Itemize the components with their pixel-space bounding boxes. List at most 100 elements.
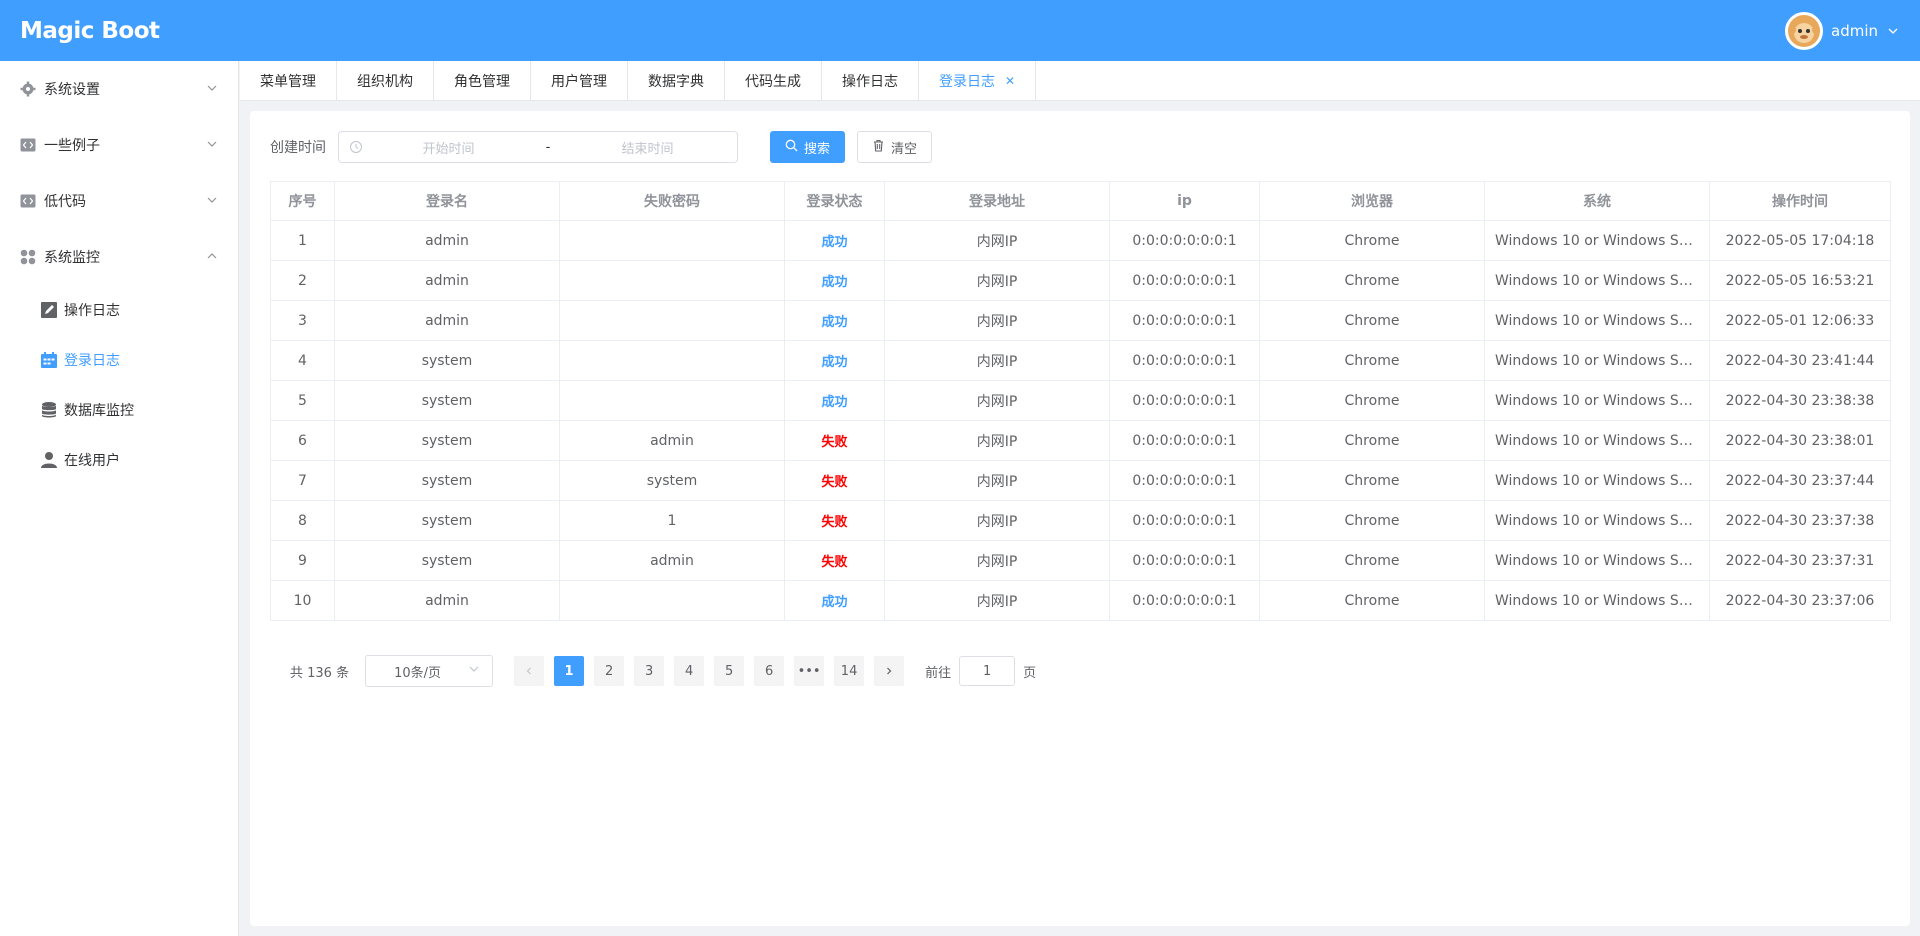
table-row[interactable]: 6 system admin 失败 内网IP 0:0:0:0:0:0:0:1 Chrome W… bbox=[270, 420, 1891, 461]
pagination: 共 136 条 10条/页 123456 ••• 14 前往 页 bbox=[290, 655, 1036, 687]
status-badge: 成功 bbox=[821, 275, 848, 290]
clear-button-label: 清空 bbox=[891, 141, 918, 157]
date-range-picker[interactable]: 开始时间 - 结束时间 bbox=[338, 131, 738, 163]
tab-login-log[interactable]: 登录日志 ✕ bbox=[919, 61, 1037, 101]
page-size-value: 10条/页 bbox=[394, 665, 442, 681]
table-cell: 2022-04-30 23:37:44 bbox=[1709, 460, 1891, 501]
sidebar-item-login-log[interactable]: 登录日志 bbox=[0, 335, 238, 385]
tab-organization[interactable]: 组织机构 bbox=[337, 61, 434, 101]
table-row[interactable]: 5 system 成功 内网IP 0:0:0:0:0:0:0:1 Chrome Window… bbox=[270, 380, 1891, 421]
sidebar-menu-lowcode[interactable]: 低代码 bbox=[0, 173, 238, 229]
end-date-input[interactable]: 结束时间 bbox=[568, 138, 727, 157]
table-cell: Chrome bbox=[1259, 580, 1485, 621]
table-row[interactable]: 1 admin 成功 内网IP 0:0:0:0:0:0:0:1 Chrome Windows… bbox=[270, 220, 1891, 261]
table-cell: 成功 bbox=[784, 340, 885, 381]
sidebar-menu-system-settings[interactable]: 系统设置 bbox=[0, 61, 238, 117]
sidebar-item-online-users[interactable]: 在线用户 bbox=[0, 435, 238, 485]
page-number-button[interactable]: 3 bbox=[634, 656, 665, 686]
table-cell: 成功 bbox=[784, 220, 885, 261]
table-row[interactable]: 7 system system 失败 内网IP 0:0:0:0:0:0:0:1 Chrome… bbox=[270, 460, 1891, 501]
table-cell bbox=[559, 220, 785, 261]
table-cell bbox=[559, 300, 785, 341]
sidebar-menu-examples[interactable]: 一些例子 bbox=[0, 117, 238, 173]
sidebar-menu-label: 低代码 bbox=[44, 194, 86, 210]
table-cell: 成功 bbox=[784, 380, 885, 421]
table-cell: 2022-04-30 23:37:06 bbox=[1709, 580, 1891, 621]
sidebar-item-db-monitor[interactable]: 数据库监控 bbox=[0, 385, 238, 435]
table-row[interactable]: 3 admin 成功 内网IP 0:0:0:0:0:0:0:1 Chrome Windows… bbox=[270, 300, 1891, 341]
page-number-button[interactable]: 14 bbox=[834, 656, 865, 686]
column-header: 失败密码 bbox=[559, 181, 785, 221]
close-icon[interactable]: ✕ bbox=[1005, 74, 1015, 88]
tab-data-dictionary[interactable]: 数据字典 bbox=[628, 61, 725, 101]
table-cell: 2022-04-30 23:37:31 bbox=[1709, 540, 1891, 581]
more-pages-button[interactable]: ••• bbox=[794, 656, 825, 686]
table-row[interactable]: 4 system 成功 内网IP 0:0:0:0:0:0:0:1 Chrome Window… bbox=[270, 340, 1891, 381]
user-menu[interactable]: admin bbox=[1785, 11, 1900, 50]
column-header: 浏览器 bbox=[1259, 181, 1485, 221]
next-page-button[interactable] bbox=[874, 656, 905, 686]
table-cell: 失败 bbox=[784, 500, 885, 541]
sidebar-menu-label: 系统设置 bbox=[44, 82, 100, 98]
table-row[interactable]: 2 admin 成功 内网IP 0:0:0:0:0:0:0:1 Chrome Windows… bbox=[270, 260, 1891, 301]
tab-user-management[interactable]: 用户管理 bbox=[531, 61, 628, 101]
tab-menu-management[interactable]: 菜单管理 bbox=[240, 61, 337, 101]
trash-icon bbox=[872, 139, 885, 156]
login-log-table: 序号 登录名 失败密码 登录状态 登录地址 ip 浏览器 系统 操作时间 1 admin 成功 内网I… bbox=[270, 181, 1891, 621]
table-cell: 0:0:0:0:0:0:0:1 bbox=[1109, 340, 1260, 381]
page-size-select[interactable]: 10条/页 bbox=[365, 655, 494, 687]
table-cell: 1 bbox=[559, 500, 785, 541]
status-badge: 成功 bbox=[821, 235, 848, 250]
username-label[interactable]: admin bbox=[1831, 22, 1878, 40]
total-count: 共 136 条 bbox=[290, 665, 350, 681]
table-cell: Windows 10 or Windows Se... bbox=[1484, 340, 1710, 381]
search-button[interactable]: 搜索 bbox=[770, 131, 846, 163]
top-header: Magic Boot admin bbox=[0, 0, 1920, 61]
table-row[interactable]: 9 system admin 失败 内网IP 0:0:0:0:0:0:0:1 Chrome W… bbox=[270, 540, 1891, 581]
table-cell: Windows 10 or Windows Se... bbox=[1484, 300, 1710, 341]
sidebar-menu-system-monitor[interactable]: 系统监控 bbox=[0, 229, 238, 285]
page-number-button[interactable]: 1 bbox=[554, 656, 585, 686]
code-icon bbox=[20, 193, 36, 209]
table-cell: 2022-04-30 23:37:38 bbox=[1709, 500, 1891, 541]
table-row[interactable]: 8 system 1 失败 内网IP 0:0:0:0:0:0:0:1 Chrome Windo… bbox=[270, 500, 1891, 541]
page-number-button[interactable]: 4 bbox=[674, 656, 705, 686]
table-cell: 0:0:0:0:0:0:0:1 bbox=[1109, 380, 1260, 421]
avatar[interactable] bbox=[1785, 11, 1823, 50]
chevron-up-icon bbox=[206, 250, 218, 262]
search-button-label: 搜索 bbox=[804, 141, 831, 157]
table-cell: 3 bbox=[270, 300, 335, 341]
table-cell: system bbox=[559, 460, 785, 501]
sidebar-item-operation-log[interactable]: 操作日志 bbox=[0, 285, 238, 335]
status-badge: 失败 bbox=[821, 435, 848, 450]
clear-button[interactable]: 清空 bbox=[857, 131, 933, 163]
table-cell: 0:0:0:0:0:0:0:1 bbox=[1109, 220, 1260, 261]
column-header: ip bbox=[1109, 181, 1260, 221]
page-number-button[interactable]: 6 bbox=[754, 656, 785, 686]
status-badge: 成功 bbox=[821, 315, 848, 330]
page-number-button[interactable]: 5 bbox=[714, 656, 745, 686]
table-cell: 0:0:0:0:0:0:0:1 bbox=[1109, 460, 1260, 501]
app-logo[interactable]: Magic Boot bbox=[20, 18, 160, 44]
status-badge: 成功 bbox=[821, 355, 848, 370]
jump-page-input[interactable] bbox=[959, 656, 1016, 686]
tab-code-generation[interactable]: 代码生成 bbox=[725, 61, 822, 101]
tab-role-management[interactable]: 角色管理 bbox=[434, 61, 531, 101]
table-cell: Windows 10 or Windows Se... bbox=[1484, 500, 1710, 541]
page-number-button[interactable]: 2 bbox=[594, 656, 625, 686]
table-cell: 成功 bbox=[784, 260, 885, 301]
table-cell: 2022-05-05 16:53:21 bbox=[1709, 260, 1891, 301]
table-cell: 0:0:0:0:0:0:0:1 bbox=[1109, 300, 1260, 341]
table-cell: admin bbox=[559, 420, 785, 461]
page-jumper: 前往 页 bbox=[925, 656, 1036, 686]
start-date-input[interactable]: 开始时间 bbox=[369, 138, 528, 157]
tab-operation-log[interactable]: 操作日志 bbox=[822, 61, 919, 101]
tab-label: 登录日志 bbox=[939, 74, 995, 90]
main-card: 创建时间 开始时间 - 结束时间 搜索 清空 序号 登录名 失败密码 登录状态 … bbox=[250, 111, 1910, 926]
sidebar-item-label: 数据库监控 bbox=[64, 403, 134, 419]
column-header: 操作时间 bbox=[1709, 181, 1891, 221]
table-cell: Windows 10 or Windows Se... bbox=[1484, 260, 1710, 301]
table-row[interactable]: 10 admin 成功 内网IP 0:0:0:0:0:0:0:1 Chrome Window… bbox=[270, 580, 1891, 621]
prev-page-button[interactable] bbox=[514, 656, 545, 686]
chevron-down-icon[interactable] bbox=[1886, 24, 1900, 38]
